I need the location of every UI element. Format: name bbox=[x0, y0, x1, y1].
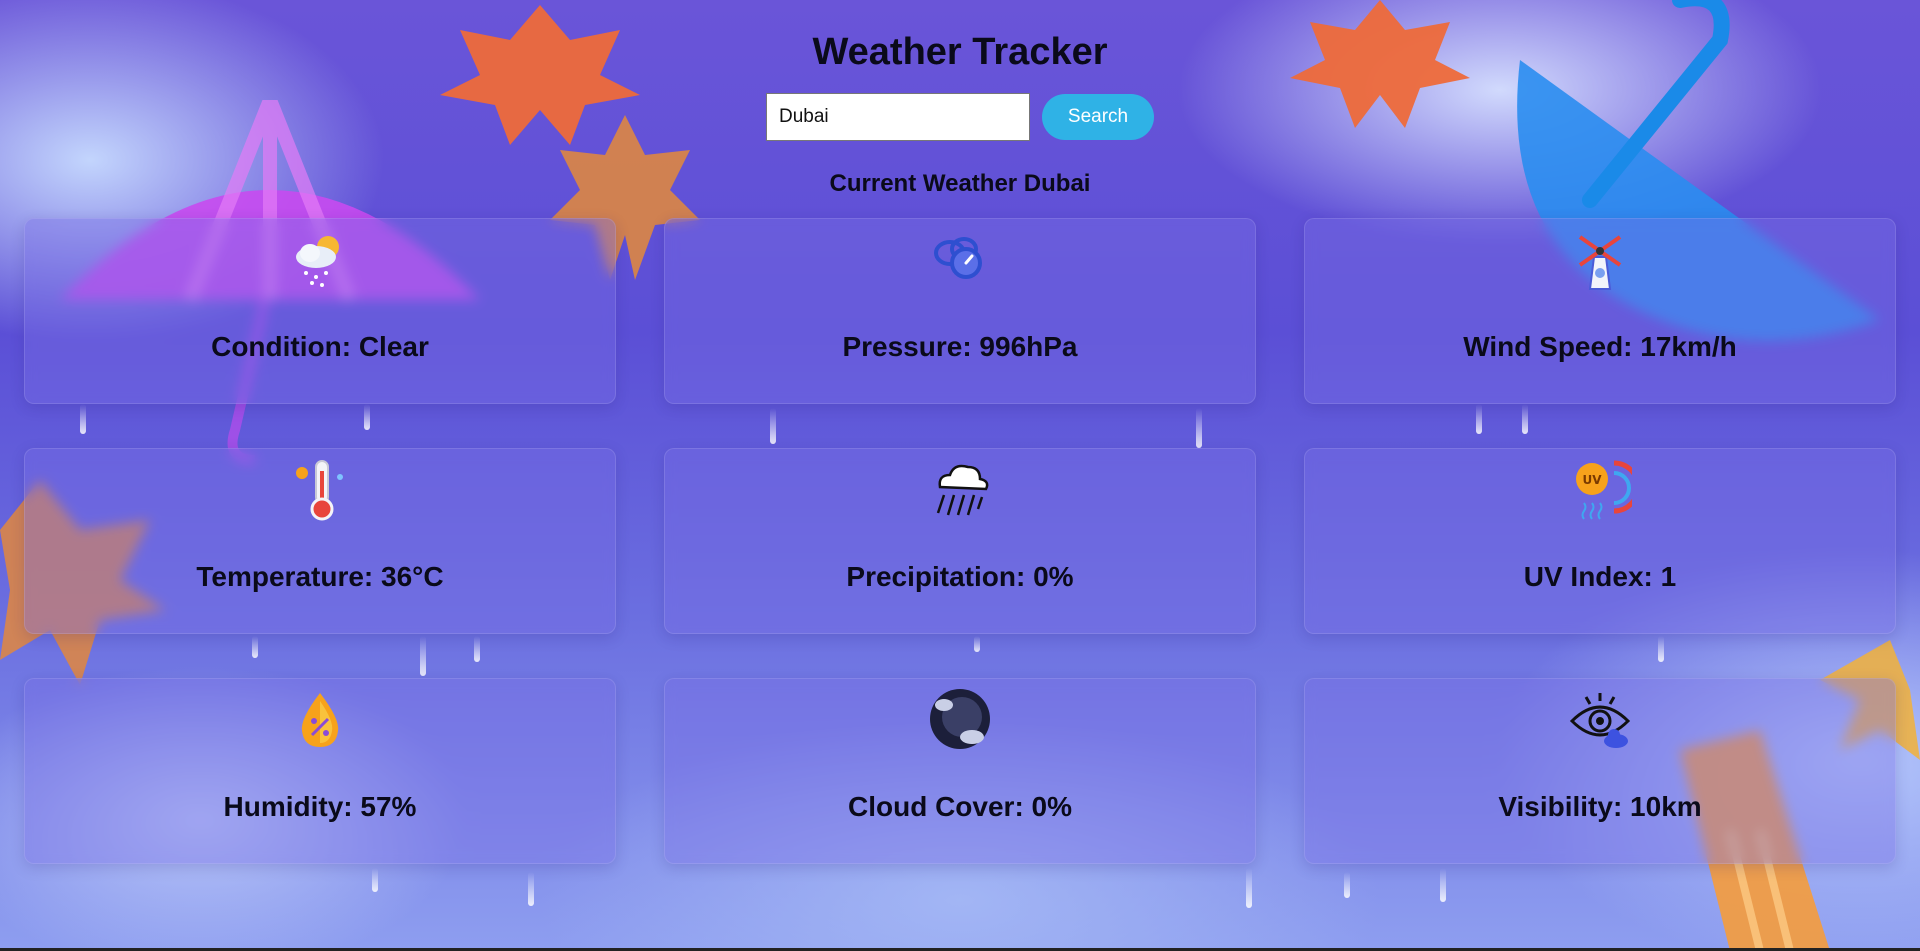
condition-card: Condition: Clear bbox=[24, 218, 616, 404]
pressure-value: Pressure: 996hPa bbox=[842, 331, 1078, 362]
eye-cloud-icon bbox=[1569, 693, 1631, 748]
cloud-cover-card: Cloud Cover: 0% bbox=[664, 678, 1256, 864]
windmill-icon bbox=[1578, 235, 1622, 290]
precipitation-card: Precipitation: 0% bbox=[664, 448, 1256, 634]
temperature-card: Temperature: 36°C bbox=[24, 448, 616, 634]
current-weather-heading: Current Weather Dubai bbox=[829, 170, 1091, 197]
rain-cloud-icon bbox=[936, 464, 989, 516]
condition-value: Condition: Clear bbox=[211, 331, 429, 362]
humidity-value: Humidity: 57% bbox=[223, 791, 417, 822]
svg-text:UV: UV bbox=[1582, 473, 1602, 487]
uv-index-value: UV Index: 1 bbox=[1523, 561, 1677, 592]
pressure-card: Pressure: 996hPa bbox=[664, 218, 1256, 404]
visibility-value: Visibility: 10km bbox=[1498, 791, 1702, 822]
cloud-moon-icon bbox=[930, 689, 990, 749]
thermometer-icon bbox=[296, 460, 343, 521]
sun-cloud-snow-icon bbox=[296, 236, 339, 287]
wind-speed-value: Wind Speed: 17km/h bbox=[1463, 331, 1737, 362]
cloud-cover-value: Cloud Cover: 0% bbox=[847, 791, 1073, 822]
search-button[interactable]: Search bbox=[1042, 94, 1154, 140]
city-search-input[interactable] bbox=[766, 93, 1030, 141]
pressure-gauge-icon bbox=[934, 237, 982, 279]
search-bar: Search bbox=[0, 93, 1920, 141]
app-title: Weather Tracker bbox=[812, 31, 1108, 73]
humidity-card: Humidity: 57% bbox=[24, 678, 616, 864]
visibility-card: Visibility: 10km bbox=[1304, 678, 1896, 864]
precipitation-value: Precipitation: 0% bbox=[846, 561, 1074, 592]
wind-speed-card: Wind Speed: 17km/h bbox=[1304, 218, 1896, 404]
temperature-value: Temperature: 36°C bbox=[196, 561, 444, 592]
uv-index-card: UV UV Index: 1 bbox=[1304, 448, 1896, 634]
uv-sun-icon: UV bbox=[1576, 460, 1632, 520]
page-header: Weather Tracker bbox=[0, 28, 1920, 76]
humidity-drop-icon bbox=[301, 693, 339, 747]
weather-cards-grid: Condition: Clear Pressure: 996hPa Wind S… bbox=[24, 218, 1896, 864]
